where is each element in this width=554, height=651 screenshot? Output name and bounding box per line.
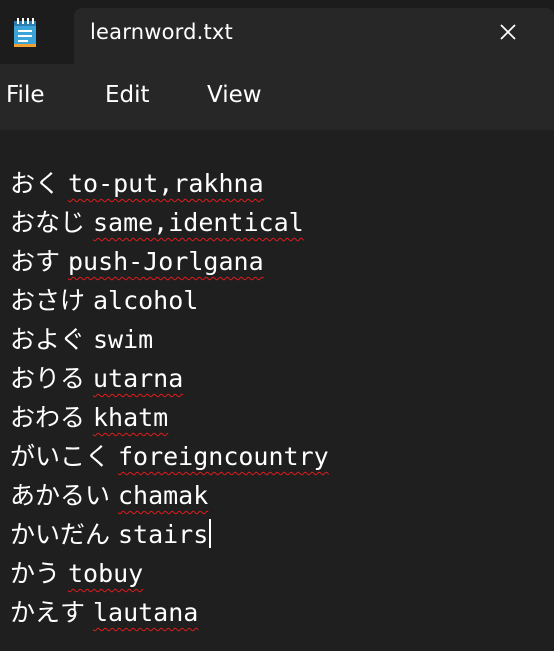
tab-learnword[interactable]: learnword.txt [74,8,554,64]
text-line: かう tobuy [10,559,144,588]
menu-edit[interactable]: Edit [105,82,150,108]
notepad-icon [12,17,38,49]
title-bar: learnword.txt [0,0,554,64]
menu-view[interactable]: View [207,82,262,108]
close-icon [500,24,516,40]
text-caret [209,519,212,548]
text-line: おなじ same,identical [10,208,304,237]
notepad-window: learnword.txt File Edit View おく to-put,r… [0,0,554,651]
close-tab-button[interactable] [490,14,526,50]
menu-bar: File Edit View [0,64,554,130]
text-line: がいこく foreigncountry [10,442,329,471]
text-line: おさけ alcohol [10,286,199,315]
text-line: おす push-Jorlgana [10,247,264,276]
text-editor[interactable]: おく to-put,rakhna おなじ same,identical おす p… [0,130,554,651]
text-line: おく to-put,rakhna [10,169,264,198]
text-line: おりる utarna [10,364,184,393]
text-line: およぐ swim [10,325,154,354]
text-line: あかるい chamak [10,481,209,510]
tab-title: learnword.txt [90,20,233,44]
text-line: おわる khatm [10,403,169,432]
menu-file[interactable]: File [6,82,45,108]
text-line: かいだん stairs [10,515,212,554]
text-line: かえす lautana [10,598,199,627]
